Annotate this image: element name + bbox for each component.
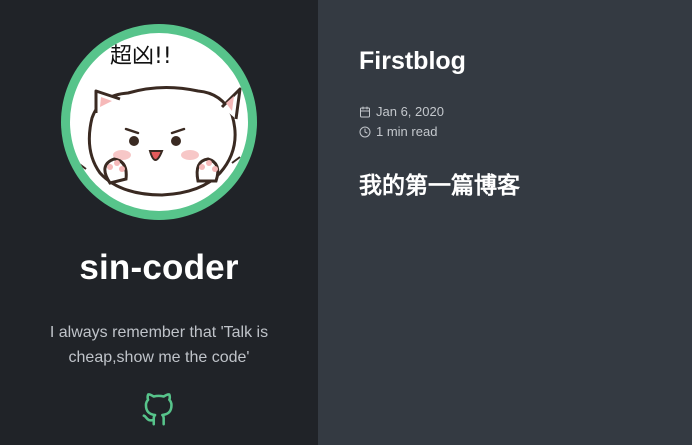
post-date: Jan 6, 2020 [359,104,444,119]
clock-icon [359,126,371,137]
author-bio: I always remember that 'Talk is cheap,sh… [49,324,269,366]
main-content: Firstblog Jan 6, 2020 1 min read 我的第一篇博客 [318,0,692,445]
sidebar: 超凶!! sin-coder I always remember that 'T… [0,0,318,445]
calendar-icon [360,106,370,117]
post-date-text: Jan 6, 2020 [376,104,444,119]
cat-sticker-avatar: 超凶!! [75,44,243,197]
author-name: sin-coder [79,248,239,287]
avatar-caption: 超凶!! [110,44,172,69]
github-link[interactable] [141,393,175,427]
post-content-heading: 我的第一篇博客 [359,173,520,199]
page: 超凶!! sin-coder I always remember that 'T… [0,0,692,445]
avatar: 超凶!! [70,33,248,211]
post-read-time: 1 min read [359,124,437,139]
post-title[interactable]: Firstblog [359,47,466,76]
post-read-time-text: 1 min read [376,124,438,139]
avatar-ring: 超凶!! [61,24,257,220]
github-icon [142,393,173,426]
